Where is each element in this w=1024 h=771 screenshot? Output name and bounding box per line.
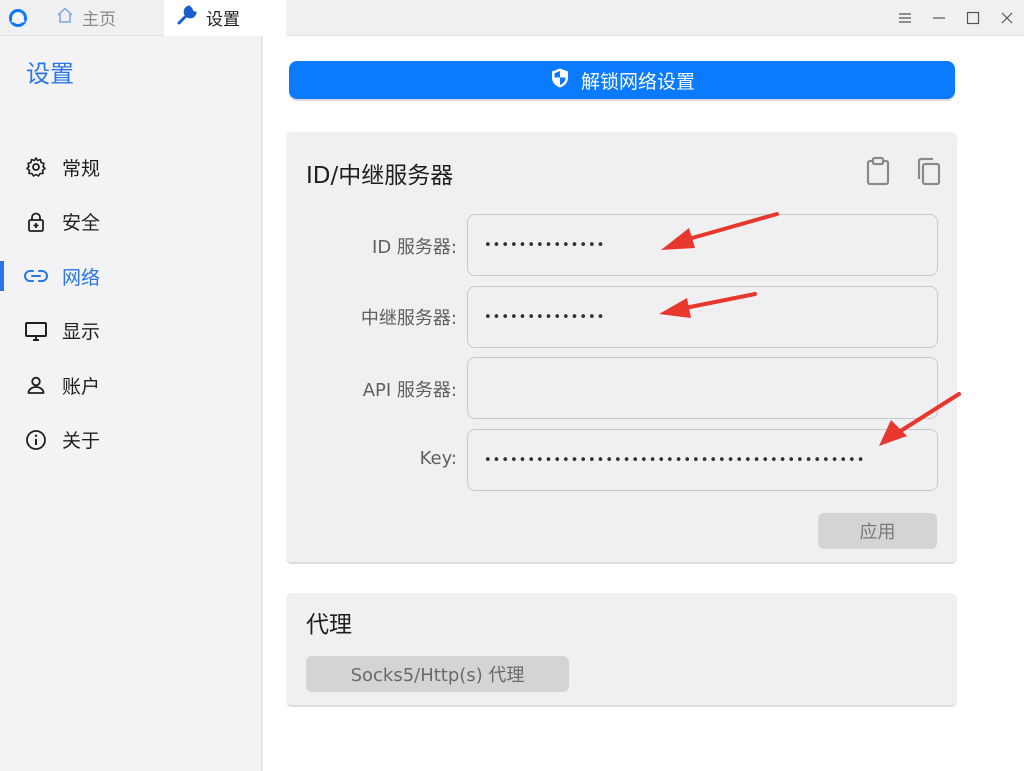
tab-home[interactable]: 主页 [36, 0, 164, 36]
sidebar-item-general[interactable]: 常规 [0, 140, 262, 195]
relay-server-label: 中继服务器: [360, 308, 457, 329]
close-icon[interactable] [990, 0, 1024, 36]
id-server-input[interactable]: •••••••••••••• [467, 214, 938, 276]
lock-icon [24, 210, 48, 234]
window-controls [888, 0, 1024, 36]
sidebar-item-security[interactable]: 安全 [0, 195, 262, 250]
sidebar-item-label: 安全 [62, 212, 101, 235]
home-icon [56, 6, 74, 29]
gear-icon [24, 155, 48, 179]
paste-icon[interactable] [864, 156, 892, 186]
sidebar-item-display[interactable]: 显示 [0, 304, 262, 359]
sidebar-item-label: 显示 [62, 321, 101, 344]
proxy-card: 代理 Socks5/Http(s) 代理 [286, 593, 957, 707]
key-label: Key: [419, 448, 457, 469]
monitor-icon [24, 319, 48, 343]
user-icon [24, 373, 48, 397]
copy-icon[interactable] [914, 156, 942, 186]
main-panel: 解锁网络设置 ID/中继服务器 ID 服务器: •••••••••••••• 中… [263, 36, 1024, 771]
shield-icon [549, 67, 571, 94]
card-title: 代理 [306, 612, 352, 638]
maximize-icon[interactable] [956, 0, 990, 36]
tab-settings[interactable]: 设置 [164, 0, 286, 36]
socks5-proxy-button[interactable]: Socks5/Http(s) 代理 [306, 656, 569, 692]
card-title: ID/中继服务器 [306, 163, 454, 189]
sidebar-item-label: 常规 [62, 157, 101, 180]
sidebar-nav: 常规 安全 网络 显示 账户 关于 [0, 140, 262, 467]
title-bar: 主页 设置 [0, 0, 1024, 36]
link-icon [24, 264, 48, 288]
menu-icon[interactable] [888, 0, 922, 36]
relay-server-input[interactable]: •••••••••••••• [467, 286, 938, 348]
sidebar-item-label: 账户 [62, 375, 101, 398]
api-server-input[interactable] [467, 357, 938, 419]
sidebar-title: 设置 [26, 60, 74, 88]
app-logo-icon [0, 0, 36, 36]
key-input[interactable]: ••••••••••••••••••••••••••••••••••••••••… [467, 429, 938, 491]
unlock-button-label: 解锁网络设置 [580, 70, 695, 93]
sidebar-item-label: 网络 [62, 266, 101, 289]
tab-settings-label: 设置 [206, 10, 240, 30]
wrench-icon [176, 4, 198, 31]
info-icon [24, 428, 48, 452]
api-server-label: API 服务器: [362, 380, 457, 401]
apply-button[interactable]: 应用 [818, 513, 937, 549]
id-relay-server-card: ID/中继服务器 ID 服务器: •••••••••••••• 中继服务器: •… [286, 132, 957, 564]
sidebar-item-about[interactable]: 关于 [0, 413, 262, 468]
id-server-label: ID 服务器: [372, 237, 457, 258]
sidebar-item-network[interactable]: 网络 [0, 249, 262, 304]
sidebar-item-label: 关于 [62, 430, 101, 453]
unlock-network-settings-button[interactable]: 解锁网络设置 [289, 61, 955, 99]
sidebar: 设置 常规 安全 网络 显示 账户 关于 [0, 36, 262, 771]
sidebar-item-account[interactable]: 账户 [0, 358, 262, 413]
minimize-icon[interactable] [922, 0, 956, 36]
tab-home-label: 主页 [82, 10, 116, 30]
